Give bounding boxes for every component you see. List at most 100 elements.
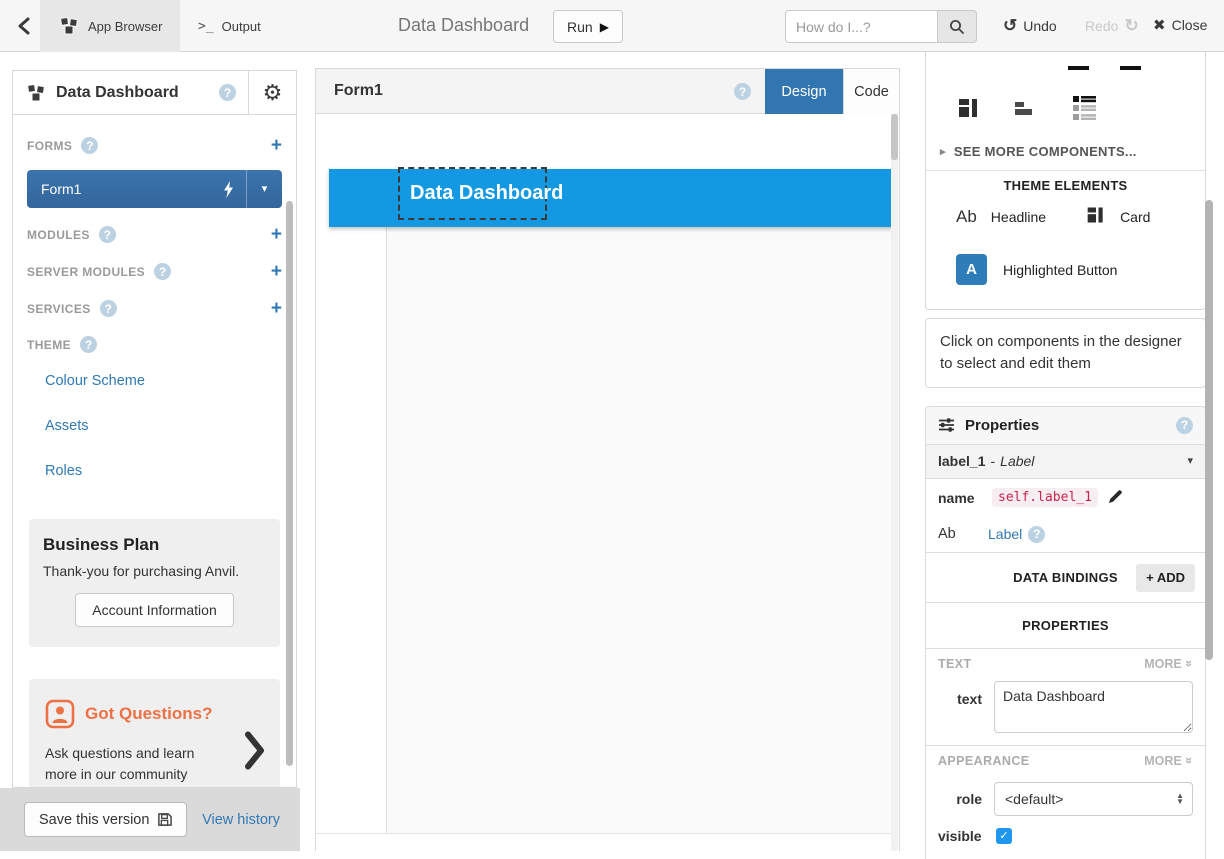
form1-main[interactable]: Form1 <box>27 170 223 208</box>
divider <box>926 170 1205 171</box>
component-icon-partial[interactable] <box>1068 66 1089 70</box>
list-component-icon[interactable] <box>1070 92 1100 124</box>
back-button[interactable] <box>10 12 38 40</box>
help-icon[interactable]: ? <box>1176 417 1193 434</box>
add-server-module-button[interactable]: + <box>271 262 282 281</box>
theme-elements-row: A Highlighted Button <box>956 254 1117 285</box>
text-property-input[interactable]: Data Dashboard <box>994 681 1193 733</box>
headline-component-label: Headline <box>991 209 1046 225</box>
right-panel: ▸ SEE MORE COMPONENTS... THEME ELEMENTS … <box>925 52 1206 851</box>
form1-dropdown-button[interactable]: ▾ <box>246 170 282 208</box>
role-select-value: <default> <box>1005 791 1176 807</box>
designer-hint: Click on components in the designer to s… <box>925 318 1206 388</box>
help-icon[interactable]: ? <box>734 83 751 100</box>
chevron-left-icon <box>16 17 32 35</box>
headline-component-icon[interactable]: Ab <box>956 207 977 227</box>
role-select[interactable]: <default> ▲ ▼ <box>994 782 1193 816</box>
app-browser-panel: Data Dashboard ? ⚙ FORMS ? + Form1 ▾ MOD… <box>12 70 297 788</box>
text-group-label: TEXT <box>938 657 972 671</box>
section-theme-label: THEME <box>27 338 71 352</box>
add-service-button[interactable]: + <box>271 299 282 318</box>
questions-card[interactable]: Got Questions? Ask questions and learn m… <box>29 679 280 788</box>
card-component-icon[interactable] <box>954 92 984 124</box>
help-icon[interactable]: ? <box>154 263 171 280</box>
sidebar-item-colour-scheme[interactable]: Colour Scheme <box>45 373 145 389</box>
editor-tabs: Design Code <box>765 69 899 114</box>
theme-link-row: Assets <box>13 407 296 444</box>
right-panel-scrollbar-thumb[interactable] <box>1205 200 1213 660</box>
add-form-button[interactable]: + <box>271 136 282 155</box>
component-type-link[interactable]: Label <box>988 526 1022 542</box>
form-content-area[interactable] <box>386 227 891 834</box>
close-button[interactable]: ✖ Close <box>1153 16 1207 34</box>
selector-separator: - <box>990 453 995 469</box>
properties-panel: Properties ? label_1 - Label ▾ name self… <box>925 406 1206 859</box>
section-forms-label: FORMS <box>27 139 72 153</box>
highlighted-button-label: Highlighted Button <box>1003 262 1117 278</box>
name-property-label: name <box>938 490 982 506</box>
sidebar-item-form1[interactable]: Form1 ▾ <box>27 170 282 208</box>
help-icon[interactable]: ? <box>80 336 97 353</box>
text-more-button[interactable]: MORE » <box>1144 656 1193 671</box>
canvas-bottom-line <box>316 833 891 834</box>
view-history-link[interactable]: View history <box>202 812 280 828</box>
help-icon[interactable]: ? <box>81 137 98 154</box>
tab-code[interactable]: Code <box>843 69 899 114</box>
more-label: MORE <box>1144 657 1182 671</box>
component-selector-dropdown[interactable]: label_1 - Label ▾ <box>926 445 1205 479</box>
toolbox-icon-row <box>954 92 1100 124</box>
visible-checkbox[interactable]: ✓ <box>996 828 1012 844</box>
appearance-more-button[interactable]: MORE » <box>1144 753 1193 768</box>
save-version-button[interactable]: Save this version <box>24 802 187 837</box>
appearance-group-label: APPEARANCE <box>938 754 1030 768</box>
help-search-input[interactable] <box>785 10 937 43</box>
help-icon[interactable]: ? <box>99 226 116 243</box>
add-data-binding-button[interactable]: + ADD <box>1136 564 1195 592</box>
highlighted-button-icon[interactable]: A <box>956 254 987 285</box>
tab-output[interactable]: >_ Output <box>180 0 279 52</box>
run-button[interactable]: Run ▶ <box>553 10 623 43</box>
component-type-row: Ab Label ? <box>926 517 1205 553</box>
card-component-icon[interactable] <box>1086 204 1106 229</box>
label-type-icon: Ab <box>938 526 982 542</box>
plan-card: Business Plan Thank-you for purchasing A… <box>29 519 280 647</box>
section-modules-label: MODULES <box>27 228 90 242</box>
select-spinner-icon: ▲ ▼ <box>1176 793 1184 805</box>
tab-app-browser[interactable]: App Browser <box>40 0 180 52</box>
data-bindings-row: DATA BINDINGS + ADD <box>926 553 1205 603</box>
section-theme: THEME ? <box>13 327 296 362</box>
top-toolbar: App Browser >_ Output Data Dashboard Run… <box>0 0 1224 52</box>
sliders-icon <box>938 417 955 433</box>
app-settings-button[interactable]: ⚙ <box>248 71 296 115</box>
properties-title: Properties <box>965 417 1166 434</box>
component-icon-partial[interactable] <box>1120 66 1141 70</box>
form-title-bar[interactable]: Data Dashboard <box>329 169 894 227</box>
edit-name-button[interactable] <box>1108 489 1123 507</box>
name-property-row: name self.label_1 <box>926 479 1205 517</box>
undo-button[interactable]: ↺ Undo <box>1003 16 1057 36</box>
see-more-components-button[interactable]: ▸ SEE MORE COMPONENTS... <box>940 144 1137 159</box>
sidebar-scrollbar[interactable] <box>286 201 293 766</box>
help-icon[interactable]: ? <box>219 84 236 101</box>
sidebar-item-assets[interactable]: Assets <box>45 418 89 434</box>
form1-label: Form1 <box>41 181 81 197</box>
tab-design[interactable]: Design <box>765 69 843 114</box>
add-module-button[interactable]: + <box>271 225 282 244</box>
appearance-group-header: APPEARANCE MORE » <box>926 746 1205 776</box>
search-button[interactable] <box>937 10 977 43</box>
text-block-component-icon[interactable] <box>1012 92 1042 124</box>
right-panel-scrollbar[interactable] <box>1204 52 1214 851</box>
selected-component-outline[interactable]: Data Dashboard <box>398 167 547 220</box>
person-icon <box>45 699 75 729</box>
help-icon[interactable]: ? <box>100 300 117 317</box>
properties-header: Properties ? <box>926 407 1205 445</box>
canvas-scrollbar[interactable] <box>891 114 898 851</box>
text-property-row: text Data Dashboard <box>926 679 1205 746</box>
sidebar-item-roles[interactable]: Roles <box>45 463 82 479</box>
selected-component-type: Label <box>1000 453 1034 469</box>
account-information-button[interactable]: Account Information <box>75 593 234 627</box>
help-icon[interactable]: ? <box>1028 526 1045 543</box>
redo-button[interactable]: Redo ↻ <box>1085 16 1139 36</box>
canvas-scrollbar-thumb[interactable] <box>891 114 898 160</box>
design-canvas[interactable]: Data Dashboard <box>316 114 899 851</box>
